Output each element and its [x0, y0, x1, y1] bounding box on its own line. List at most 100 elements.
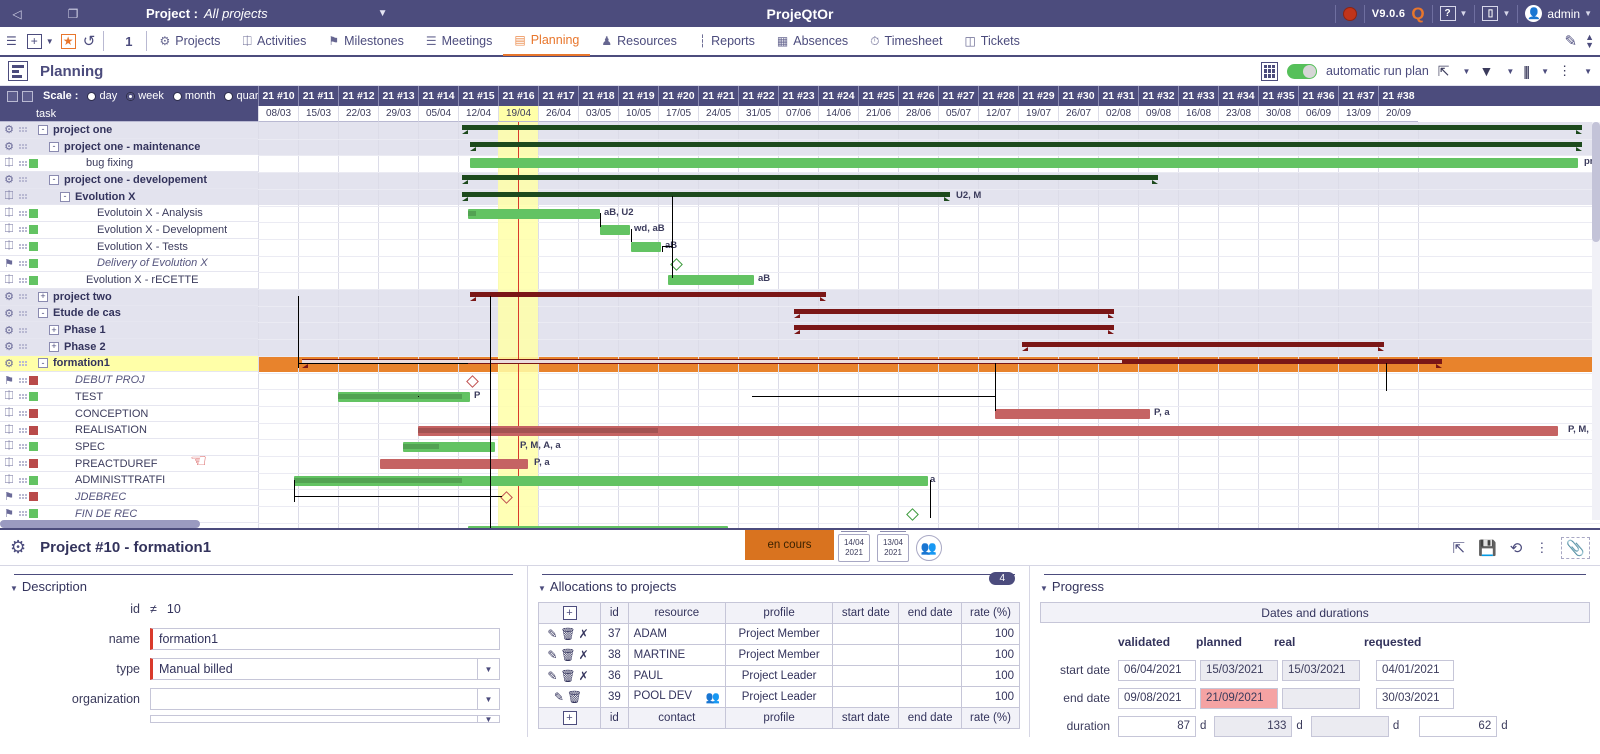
- progress-requested-end-date[interactable]: 30/03/2021: [1376, 687, 1454, 709]
- tab-milestones[interactable]: ⚑ Milestones: [317, 26, 415, 56]
- allocations-section-title[interactable]: ▼ Allocations to projects: [538, 579, 1029, 594]
- status-dot-icon[interactable]: [1342, 6, 1357, 21]
- table-row[interactable]: ✎🗑✗ 36 PAUL Project Leader 100: [538, 665, 1021, 687]
- scale-option-day[interactable]: day: [87, 90, 117, 102]
- screen-icon[interactable]: ▯: [1482, 6, 1499, 21]
- drag-handle[interactable]: [18, 327, 27, 333]
- chevron-down-icon[interactable]: ▼: [477, 689, 499, 709]
- delete-trash-icon[interactable]: 🗑: [567, 690, 585, 704]
- tree-expander[interactable]: -: [38, 308, 48, 319]
- drag-handle[interactable]: [18, 511, 27, 517]
- tab-tickets[interactable]: ◫ Tickets: [953, 26, 1030, 56]
- drag-handle[interactable]: [18, 444, 27, 450]
- drag-handle[interactable]: [18, 294, 27, 300]
- drag-handle[interactable]: [18, 377, 27, 383]
- chevron-down-icon[interactable]: ▼: [477, 716, 499, 722]
- tree-expander[interactable]: -: [60, 191, 70, 202]
- filter-icon[interactable]: ▼: [1479, 63, 1493, 79]
- summary-bar[interactable]: [302, 358, 1442, 368]
- task-bar[interactable]: [468, 208, 600, 219]
- progress-requested-start-date[interactable]: 04/01/2021: [1376, 659, 1454, 681]
- tree-expander[interactable]: -: [49, 174, 59, 185]
- drag-handle[interactable]: [18, 277, 27, 283]
- summary-bar[interactable]: [794, 308, 1114, 318]
- add-new-icon[interactable]: +: [26, 33, 42, 49]
- progress-planned-duration[interactable]: 133: [1214, 715, 1293, 737]
- expand-all-icon[interactable]: [22, 90, 33, 102]
- summary-bar[interactable]: [462, 125, 1582, 134]
- tree-expander[interactable]: +: [49, 325, 59, 336]
- task-row[interactable]: ⎅ ADMINISTTRATFI: [0, 472, 258, 490]
- more-options-icon[interactable]: ⋮: [1535, 540, 1548, 556]
- drag-handle[interactable]: [18, 244, 27, 250]
- tab-planning[interactable]: ▤ Planning: [503, 26, 591, 56]
- help-icon[interactable]: ?: [1439, 6, 1456, 21]
- project-selector-value[interactable]: All projects: [204, 6, 268, 21]
- task-row[interactable]: ⚙ + project two: [0, 288, 258, 306]
- tab-absences[interactable]: ▦ Absences: [766, 26, 859, 56]
- summary-bar[interactable]: [462, 191, 950, 201]
- task-row[interactable]: ⎅ Evolution X - rECETTE: [0, 272, 258, 289]
- tab-meetings[interactable]: ☰ Meetings: [415, 26, 504, 56]
- tab-timesheet[interactable]: ⏱ Timesheet: [859, 26, 953, 56]
- progress-real-start-date[interactable]: 15/03/2021: [1282, 659, 1360, 681]
- refresh-icon[interactable]: ⟲: [1510, 539, 1523, 557]
- description-section-title[interactable]: ▼ Description: [10, 579, 527, 594]
- summary-bar[interactable]: [462, 175, 1158, 185]
- planned-date-chip[interactable]: 13/04 2021: [877, 530, 909, 562]
- delete-trash-icon[interactable]: 🗑: [560, 669, 578, 683]
- collapse-all-icon[interactable]: [7, 90, 18, 102]
- task-bar[interactable]: [668, 275, 754, 286]
- tab-reports[interactable]: ┆ Reports: [688, 26, 766, 56]
- delete-trash-icon[interactable]: 🗑: [560, 627, 578, 641]
- updown-arrows-icon[interactable]: ▲ ▼: [1585, 33, 1594, 50]
- scale-option-month[interactable]: month: [172, 90, 215, 102]
- edit-pencil-icon[interactable]: ✎: [547, 627, 560, 641]
- task-row[interactable]: ⚙ - formation1: [0, 355, 258, 373]
- drag-handle[interactable]: [18, 310, 27, 316]
- back-arrow-icon[interactable]: ◁: [0, 0, 34, 27]
- drag-handle[interactable]: [18, 344, 27, 350]
- unlink-icon[interactable]: ✗: [579, 669, 592, 683]
- task-list[interactable]: task ⚙ - project one ⚙ - project one - mainte…: [0, 106, 258, 528]
- vertical-scrollbar[interactable]: [1592, 122, 1600, 520]
- history-icon[interactable]: ↺: [83, 26, 96, 56]
- progress-planned-end-date[interactable]: 21/09/2021: [1200, 687, 1278, 709]
- scrollbar-thumb[interactable]: [1592, 122, 1600, 242]
- task-bar[interactable]: [600, 225, 630, 236]
- new-window-icon[interactable]: ❐: [56, 0, 90, 27]
- chevron-down-icon[interactable]: ▼: [1541, 67, 1549, 76]
- tab-activities[interactable]: ⎅ Activities: [231, 26, 317, 56]
- avatar[interactable]: 👤: [1525, 5, 1543, 22]
- scrollbar-thumb[interactable]: [0, 520, 200, 528]
- task-row[interactable]: ⚑ Delivery of Evolution X: [0, 255, 258, 273]
- task-row[interactable]: ⎅ bug fixing: [0, 155, 258, 173]
- row-actions[interactable]: ✎🗑✗: [538, 665, 601, 687]
- task-row[interactable]: ⎅ TEST: [0, 389, 258, 406]
- task-row[interactable]: ⎅ CONCEPTION: [0, 405, 258, 423]
- tab-projects[interactable]: ⚙ Projects: [149, 26, 232, 56]
- more-options-icon[interactable]: ⋮: [1558, 63, 1571, 79]
- task-row[interactable]: ⚑ JDEBREC: [0, 489, 258, 506]
- chevron-down-icon[interactable]: ▼: [378, 8, 388, 19]
- task-row[interactable]: ⎅ PREACTDUREF: [0, 455, 258, 473]
- progress-validated-end-date[interactable]: 09/08/2021: [1118, 687, 1196, 709]
- add-contact-button[interactable]: +: [562, 711, 577, 725]
- edit-pencil-icon[interactable]: ✎: [547, 669, 560, 683]
- gantt-canvas[interactable]: pm, wdU2, MaB, U2wd, aBaBaBPP, aP, M, aP…: [258, 122, 1600, 528]
- task-row[interactable]: ⎅ Evolution X - Tests: [0, 238, 258, 256]
- task-row[interactable]: ⎅ - Evolution X: [0, 188, 258, 206]
- name-field[interactable]: formation1: [150, 628, 500, 650]
- task-bar[interactable]: [294, 475, 928, 486]
- task-bar[interactable]: [470, 158, 1578, 169]
- horizontal-scrollbar[interactable]: [0, 520, 258, 528]
- task-row[interactable]: ⚙ - project one - maintenance: [0, 138, 258, 156]
- chevron-down-icon[interactable]: ▼: [1584, 67, 1592, 76]
- status-badge[interactable]: en cours: [745, 530, 834, 560]
- progress-real-end-date[interactable]: [1282, 687, 1360, 709]
- task-row[interactable]: ⚙ - Etude de cas: [0, 305, 258, 323]
- summary-bar[interactable]: [470, 141, 1582, 151]
- chevron-down-icon[interactable]: ▼: [1460, 9, 1468, 18]
- validated-date-chip[interactable]: 14/04 2021: [838, 530, 870, 562]
- drag-handle[interactable]: [18, 461, 27, 467]
